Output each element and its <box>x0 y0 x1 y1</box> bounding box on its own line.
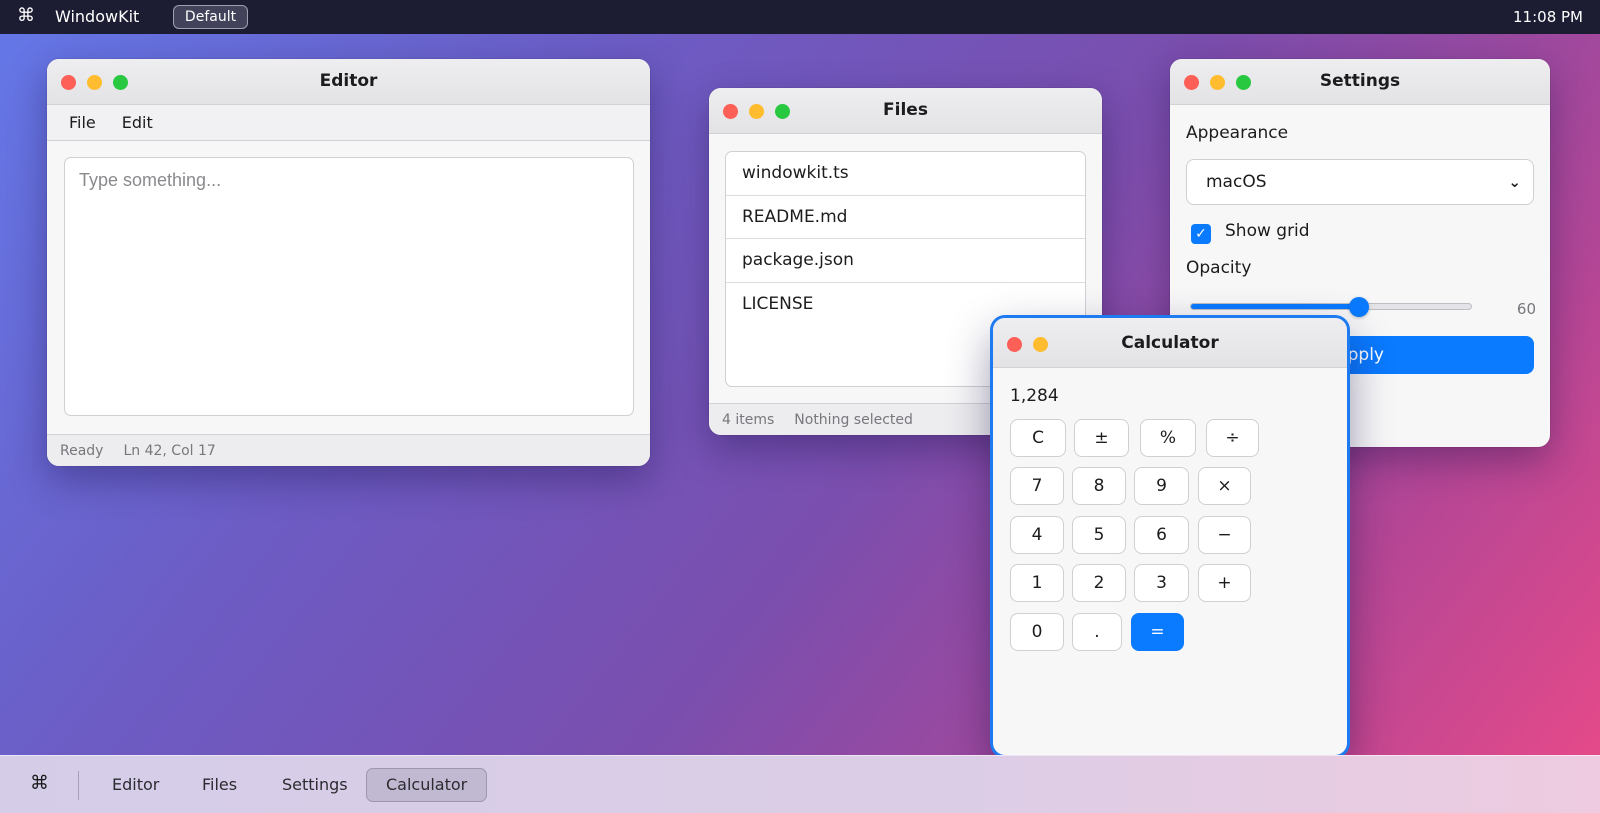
editor-textarea[interactable] <box>64 157 634 416</box>
calculator-window: Calculator 1,284 C ± % ÷ 7 8 9 × 4 5 6 −… <box>993 318 1347 755</box>
menu-edit[interactable]: Edit <box>122 113 153 132</box>
dock-item-editor[interactable]: Editor <box>93 768 178 802</box>
appearance-select[interactable]: macOS ⌄ <box>1186 159 1534 205</box>
opacity-slider[interactable] <box>1190 303 1472 310</box>
appearance-label: Appearance <box>1186 123 1289 143</box>
opacity-slider-fill <box>1191 304 1359 309</box>
key-3[interactable]: 3 <box>1134 564 1189 602</box>
dock-item-files[interactable]: Files <box>183 768 256 802</box>
key-1[interactable]: 1 <box>1010 564 1064 602</box>
window-title: Files <box>883 100 928 120</box>
key-0[interactable]: 0 <box>1010 613 1064 651</box>
chevron-down-icon: ⌄ <box>1508 173 1521 191</box>
key-5[interactable]: 5 <box>1072 516 1126 554</box>
key-6[interactable]: 6 <box>1134 516 1189 554</box>
key-8[interactable]: 8 <box>1072 467 1126 505</box>
editor-titlebar[interactable]: Editor <box>47 59 650 105</box>
editor-menu: File Edit <box>47 105 650 141</box>
key-sign[interactable]: ± <box>1074 419 1129 457</box>
window-title: Calculator <box>1121 333 1219 353</box>
menubar-clock: 11:08 PM <box>1513 8 1583 26</box>
profile-badge-button[interactable]: Default <box>173 5 248 29</box>
command-icon[interactable]: ⌘ <box>30 772 49 794</box>
app-name[interactable]: WindowKit <box>55 7 139 26</box>
calculator-display: 1,284 <box>1010 386 1059 406</box>
key-percent[interactable]: % <box>1140 419 1196 457</box>
window-title: Editor <box>319 71 378 91</box>
key-minus[interactable]: − <box>1198 516 1251 554</box>
files-titlebar[interactable]: Files <box>709 88 1102 134</box>
dock: ⌘ Editor Files Settings Calculator <box>0 755 1600 813</box>
opacity-slider-thumb[interactable] <box>1349 297 1370 317</box>
opacity-label: Opacity <box>1186 258 1252 278</box>
calculator-titlebar[interactable]: Calculator <box>993 318 1347 368</box>
opacity-value: 60 <box>1516 300 1536 318</box>
window-title: Settings <box>1319 71 1401 91</box>
editor-statusbar: Ready Ln 42, Col 17 <box>47 434 650 466</box>
list-item[interactable]: package.json <box>726 239 1085 283</box>
settings-titlebar[interactable]: Settings <box>1170 59 1550 105</box>
menu-bar: ⌘ WindowKit Default 11:08 PM <box>0 0 1600 34</box>
key-plus[interactable]: + <box>1198 564 1251 602</box>
item-count: 4 items <box>722 411 775 428</box>
list-item[interactable]: README.md <box>726 196 1085 239</box>
key-9[interactable]: 9 <box>1134 467 1189 505</box>
editor-status: Ready <box>60 442 104 459</box>
key-4[interactable]: 4 <box>1010 516 1064 554</box>
key-7[interactable]: 7 <box>1010 467 1064 505</box>
key-divide[interactable]: ÷ <box>1206 419 1259 457</box>
menu-file[interactable]: File <box>69 113 96 132</box>
dock-item-settings[interactable]: Settings <box>263 768 367 802</box>
key-clear[interactable]: C <box>1010 419 1066 457</box>
list-item[interactable]: windowkit.ts <box>726 152 1085 196</box>
show-grid-checkbox[interactable]: ✓ <box>1191 224 1211 244</box>
key-multiply[interactable]: × <box>1198 467 1251 505</box>
command-icon[interactable]: ⌘ <box>17 5 35 26</box>
key-dot[interactable]: . <box>1072 613 1122 651</box>
dock-item-calculator[interactable]: Calculator <box>366 768 488 802</box>
show-grid-label: Show grid <box>1225 221 1310 241</box>
dock-divider <box>78 771 79 800</box>
selection-status: Nothing selected <box>794 411 913 428</box>
key-equals[interactable]: = <box>1131 613 1184 651</box>
key-2[interactable]: 2 <box>1072 564 1126 602</box>
cursor-position: Ln 42, Col 17 <box>123 442 216 459</box>
editor-window: Editor File Edit Ready Ln 42, Col 17 <box>47 59 650 466</box>
appearance-value: macOS <box>1206 172 1267 192</box>
